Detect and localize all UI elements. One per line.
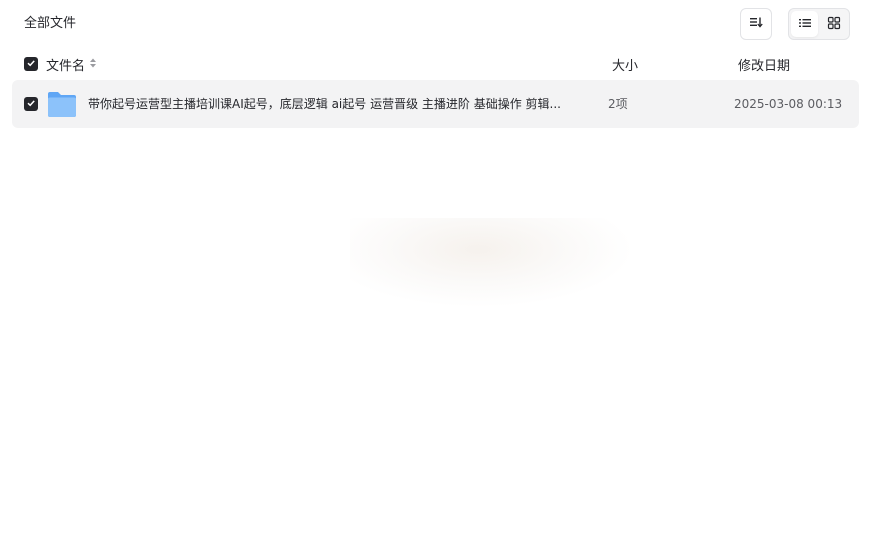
sort-toggle-icon bbox=[89, 57, 97, 73]
sort-icon bbox=[748, 14, 764, 34]
select-all-checkbox[interactable] bbox=[24, 57, 38, 71]
column-name-label: 文件名 bbox=[46, 59, 86, 74]
file-browser: 全部文件 文件名 大小 修改日期 带你起号运营型主播培训课AI起号，底层逻辑 a… bbox=[0, 0, 874, 538]
column-header-name[interactable]: 文件名 bbox=[46, 55, 97, 74]
check-icon bbox=[26, 97, 36, 111]
list-view-button[interactable] bbox=[791, 11, 818, 37]
check-icon bbox=[26, 57, 36, 72]
sort-button[interactable] bbox=[740, 8, 772, 40]
table-row[interactable]: 带你起号运营型主播培训课AI起号，底层逻辑 ai起号 运营晋级 主播进阶 基础操… bbox=[12, 80, 859, 128]
grid-view-button[interactable] bbox=[820, 11, 847, 37]
folder-icon bbox=[47, 90, 77, 121]
breadcrumb[interactable]: 全部文件 bbox=[24, 15, 76, 33]
file-date: 2025-03-08 00:13 bbox=[734, 97, 843, 111]
file-size: 2项 bbox=[608, 97, 628, 111]
column-header-size: 大小 bbox=[612, 59, 639, 74]
row-checkbox[interactable] bbox=[24, 97, 38, 111]
grid-view-icon bbox=[827, 15, 841, 34]
column-header-date: 修改日期 bbox=[738, 59, 791, 74]
table-header: 文件名 大小 修改日期 bbox=[0, 54, 874, 74]
view-toggle bbox=[788, 8, 850, 40]
background-glow bbox=[350, 218, 635, 308]
list-view-icon bbox=[798, 15, 812, 34]
file-name[interactable]: 带你起号运营型主播培训课AI起号，底层逻辑 ai起号 运营晋级 主播进阶 基础操… bbox=[88, 96, 568, 112]
